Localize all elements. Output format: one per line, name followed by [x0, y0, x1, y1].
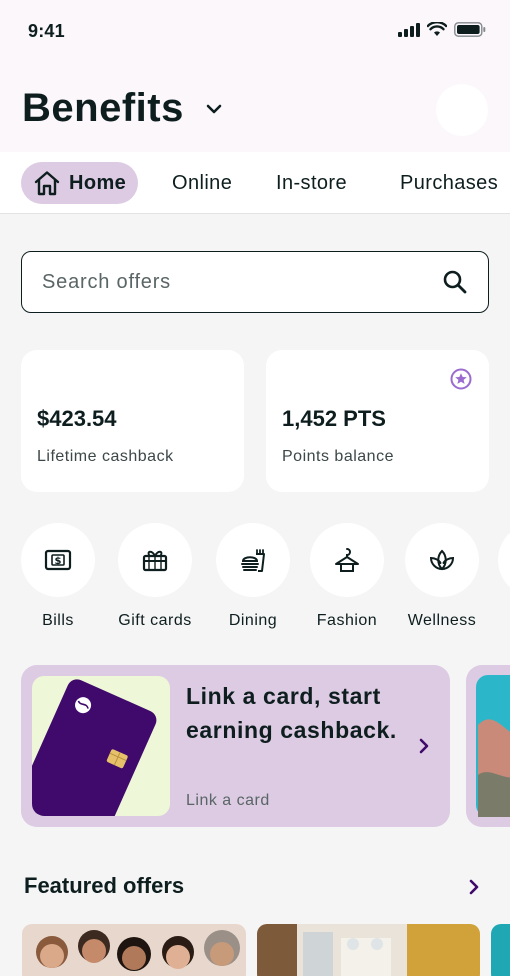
- promo-photo-image: [476, 675, 510, 817]
- category-bills-label: Bills: [42, 612, 74, 629]
- kitchen-photo-image: [257, 924, 480, 976]
- category-gift-cards-label: Gift cards: [118, 612, 192, 629]
- battery-icon: [454, 22, 486, 37]
- gift-icon: [142, 550, 168, 572]
- category-gift-cards-circle[interactable]: [118, 523, 192, 597]
- category-dining[interactable]: Dining: [215, 523, 291, 630]
- avatar[interactable]: [436, 84, 488, 136]
- page-title: Benefits: [22, 86, 184, 130]
- tab-in-store-label: In-store: [276, 171, 348, 194]
- header: Benefits: [0, 64, 510, 152]
- link-card-promo[interactable]: Link a card, start earning cashback. Lin…: [21, 665, 450, 827]
- points-card[interactable]: 1,452 PTS Points balance: [266, 350, 489, 492]
- wifi-icon: [427, 22, 447, 36]
- points-label: Points balance: [282, 448, 394, 465]
- status-icons: [398, 22, 486, 37]
- promo-link[interactable]: Link a card: [186, 792, 270, 810]
- status-time: 9:41: [28, 21, 65, 41]
- category-fashion[interactable]: Fashion: [309, 523, 385, 630]
- search-placeholder: Search offers: [42, 270, 171, 293]
- category-fashion-circle[interactable]: [310, 523, 384, 597]
- tab-home[interactable]: Home: [21, 162, 139, 204]
- star-badge-icon: [450, 368, 472, 390]
- tab-purchases-label: Purchases: [400, 171, 499, 194]
- category-gift-cards[interactable]: Gift cards: [117, 523, 193, 630]
- tab-online-label: Online: [172, 171, 233, 194]
- category-dining-label: Dining: [228, 612, 278, 629]
- home-icon: [34, 171, 60, 196]
- category-fashion-label: Fashion: [316, 612, 378, 629]
- offer-card[interactable]: [22, 924, 246, 976]
- featured-offers-heading: Featured offers: [24, 873, 185, 898]
- chevron-right-icon[interactable]: [468, 878, 480, 896]
- category-wellness-label: Wellness: [407, 612, 477, 629]
- group-photo-image: [22, 924, 246, 976]
- cashback-value: $423.54: [37, 406, 117, 431]
- offer-card[interactable]: [257, 924, 480, 976]
- tab-in-store[interactable]: In-store: [276, 162, 347, 204]
- credit-card-illustration: [32, 679, 157, 816]
- chevron-right-icon[interactable]: [418, 737, 430, 755]
- offer-card[interactable]: [491, 924, 510, 976]
- next-promo-card[interactable]: [466, 665, 510, 827]
- tab-online[interactable]: Online: [172, 162, 232, 204]
- status-bar: 9:41: [0, 0, 510, 64]
- category-wellness[interactable]: Wellness: [404, 523, 480, 630]
- bill-icon: $: [44, 549, 72, 571]
- category-more[interactable]: [498, 523, 510, 597]
- chevron-down-icon[interactable]: [206, 104, 222, 114]
- tab-bar: Home Online In-store Purchases: [0, 152, 510, 214]
- svg-text:$: $: [55, 556, 62, 567]
- cashback-card[interactable]: $423.54 Lifetime cashback: [21, 350, 244, 492]
- points-value: 1,452 PTS: [282, 406, 386, 431]
- card-illustration: [32, 676, 170, 816]
- category-bills-circle[interactable]: $: [21, 523, 95, 597]
- promo-title: Link a card, start earning cashback.: [186, 683, 397, 743]
- offer-photo-image: [491, 924, 510, 976]
- dining-icon: [241, 549, 265, 572]
- cashback-label: Lifetime cashback: [37, 448, 174, 465]
- search-icon[interactable]: [442, 269, 468, 295]
- tab-purchases[interactable]: Purchases: [400, 162, 498, 204]
- lotus-icon: [429, 549, 455, 571]
- account-switcher[interactable]: Benefits: [22, 86, 222, 131]
- category-dining-circle[interactable]: [216, 523, 290, 597]
- category-wellness-circle[interactable]: [405, 523, 479, 597]
- category-more-circle[interactable]: [498, 523, 510, 597]
- cellular-signal-icon: [398, 22, 420, 37]
- search-input[interactable]: Search offers: [21, 251, 489, 313]
- hanger-icon: [335, 548, 359, 572]
- category-bills[interactable]: $ Bills: [20, 523, 96, 630]
- tab-home-label: Home: [69, 171, 127, 194]
